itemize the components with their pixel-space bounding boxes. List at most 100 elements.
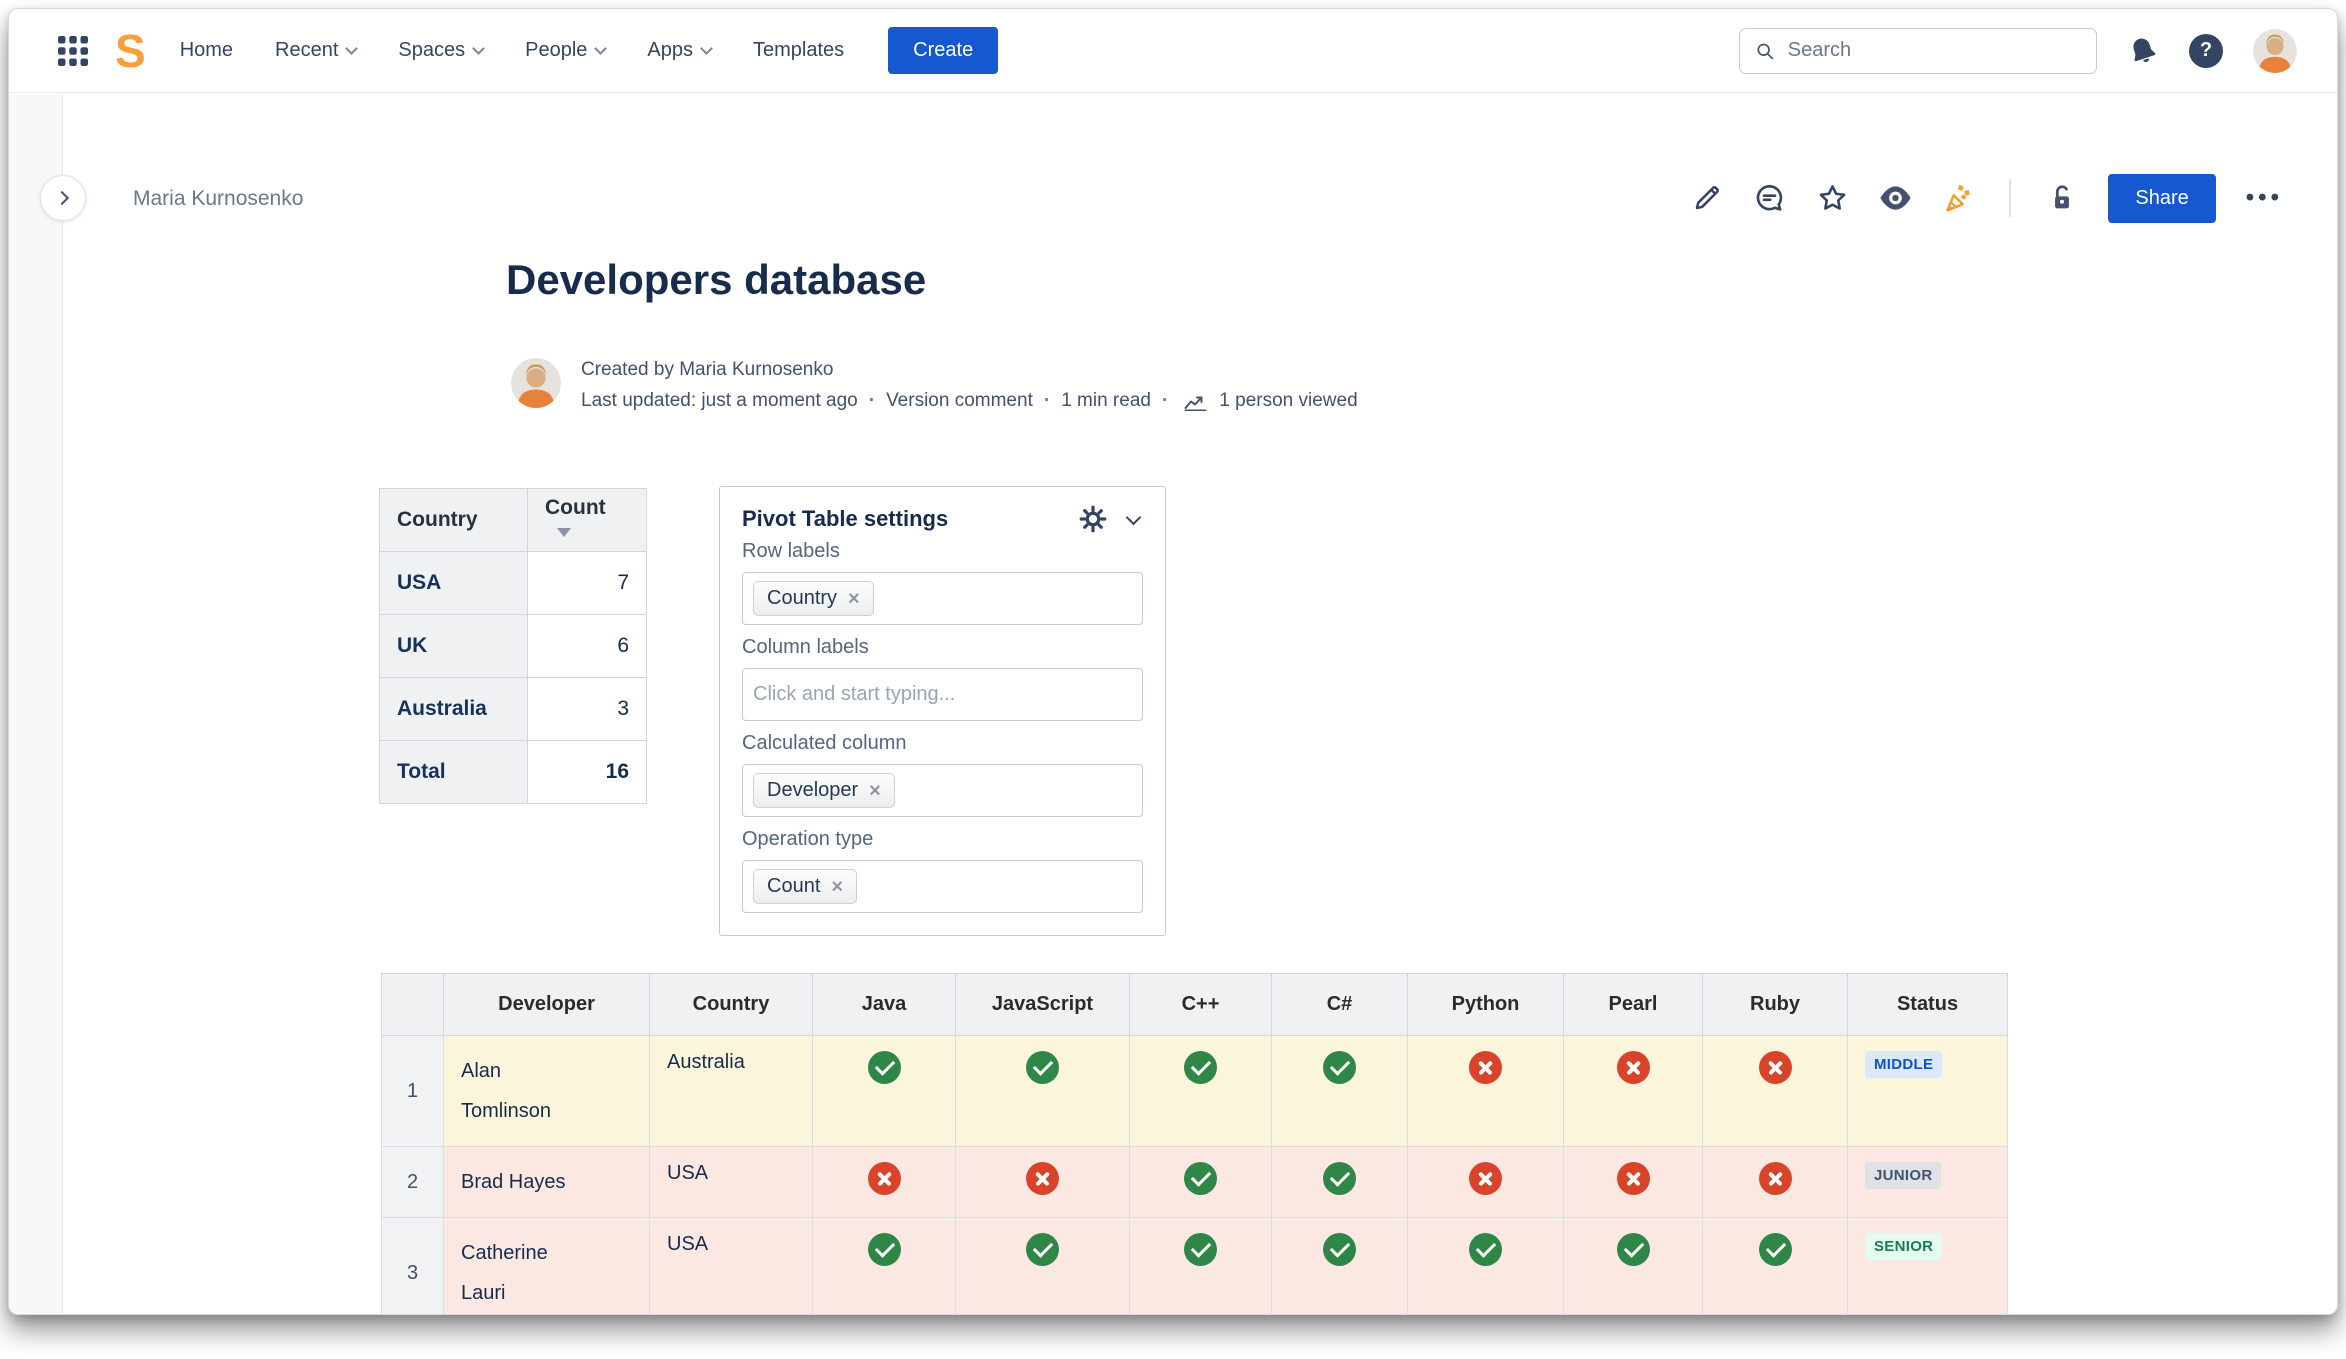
header-javascript: JavaScript <box>956 974 1130 1036</box>
table-row: 1 Alan Tomlinson Australia MIDDLE <box>382 1036 2008 1147</box>
header-ruby: Ruby <box>1703 974 1848 1036</box>
status-badge: JUNIOR <box>1865 1162 1941 1189</box>
nav-item-home[interactable]: Home <box>180 39 233 62</box>
row-labels-field[interactable]: Country × <box>742 572 1143 625</box>
column-labels-input[interactable] <box>753 683 1132 706</box>
analytics-icon <box>1183 391 1208 411</box>
nav-item-people[interactable]: People <box>525 39 605 62</box>
developers-table: Developer Country Java JavaScript C++ C#… <box>381 973 2008 1315</box>
header-java: Java <box>813 974 956 1036</box>
skill-icon <box>868 1162 901 1195</box>
watching-eye-icon[interactable] <box>1879 182 1912 215</box>
operation-type-label: Operation type <box>742 828 1143 851</box>
navbar-right: ? <box>1739 28 2297 74</box>
table-header-row: Developer Country Java JavaScript C++ C#… <box>382 974 2008 1036</box>
edit-pencil-icon[interactable] <box>1690 182 1723 215</box>
column-labels-label: Column labels <box>742 636 1143 659</box>
developer-country: USA <box>650 1218 813 1316</box>
more-actions-icon[interactable]: ••• <box>2246 184 2283 212</box>
people-viewed[interactable]: 1 person viewed <box>1219 390 1357 412</box>
page-title: Developers database <box>506 256 926 304</box>
remove-chip-icon[interactable]: × <box>848 589 860 609</box>
remove-chip-icon[interactable]: × <box>831 877 843 897</box>
celebration-party-icon[interactable] <box>1942 182 1975 215</box>
create-button[interactable]: Create <box>888 27 998 74</box>
skill-icon <box>1323 1233 1356 1266</box>
table-row: 3 Catherine Lauri USA SENIOR <box>382 1218 2008 1316</box>
skill-icon <box>1184 1051 1217 1084</box>
read-time: 1 min read <box>1061 390 1151 412</box>
notifications-bell-icon[interactable] <box>2127 35 2159 67</box>
pivot-total-row: Total 16 <box>380 741 647 804</box>
chevron-down-icon[interactable] <box>1126 509 1142 525</box>
chip-count[interactable]: Count × <box>753 869 857 904</box>
app-switcher-icon[interactable] <box>55 33 91 69</box>
share-button[interactable]: Share <box>2108 174 2215 223</box>
skill-icon <box>1026 1051 1059 1084</box>
nav-item-apps[interactable]: Apps <box>647 39 711 62</box>
skill-icon <box>1323 1051 1356 1084</box>
chevron-right-icon <box>54 191 68 205</box>
search-box[interactable] <box>1739 28 2097 74</box>
brand-logo[interactable]: S <box>115 28 146 74</box>
dot-separator <box>1162 390 1168 412</box>
author-avatar[interactable] <box>511 358 561 408</box>
nav-item-templates[interactable]: Templates <box>753 39 844 62</box>
pivot-header-row: Country Count <box>380 489 647 552</box>
comment-icon[interactable] <box>1753 182 1786 215</box>
chevron-down-icon <box>472 42 485 55</box>
header-pearl: Pearl <box>1564 974 1703 1036</box>
nav-menu: Home Recent Spaces People Apps Templates <box>180 39 844 62</box>
favorite-star-icon[interactable] <box>1816 182 1849 215</box>
header-csharp: C# <box>1272 974 1408 1036</box>
breadcrumb[interactable]: Maria Kurnosenko <box>133 187 303 211</box>
version-comment[interactable]: Version comment <box>886 390 1033 412</box>
header-python: Python <box>1408 974 1564 1036</box>
skill-icon <box>1469 1051 1502 1084</box>
header-developer: Developer <box>444 974 650 1036</box>
header-rownum <box>382 974 444 1036</box>
skill-icon <box>1617 1162 1650 1195</box>
user-avatar[interactable] <box>2253 29 2297 73</box>
skill-icon <box>1617 1051 1650 1084</box>
skill-icon <box>1184 1233 1217 1266</box>
nav-item-spaces[interactable]: Spaces <box>398 39 483 62</box>
skill-icon <box>1759 1051 1792 1084</box>
column-labels-field[interactable] <box>742 668 1143 721</box>
pivot-settings-panel: Pivot Table settings Row labels Country … <box>719 486 1166 936</box>
status-badge: MIDDLE <box>1865 1051 1942 1078</box>
unlocked-icon[interactable] <box>2045 182 2078 215</box>
chevron-down-icon <box>595 42 608 55</box>
chip-country[interactable]: Country × <box>753 581 874 616</box>
help-icon[interactable]: ? <box>2189 34 2223 68</box>
skill-icon <box>868 1233 901 1266</box>
skill-icon <box>1759 1162 1792 1195</box>
sidebar-expand-button[interactable] <box>40 175 86 221</box>
nav-item-recent[interactable]: Recent <box>275 39 356 62</box>
developer-name: Catherine Lauri <box>461 1233 577 1313</box>
remove-chip-icon[interactable]: × <box>869 781 881 801</box>
developer-name: Alan Tomlinson <box>461 1051 577 1131</box>
operation-type-field[interactable]: Count × <box>742 860 1143 913</box>
chevron-down-icon <box>700 42 713 55</box>
gear-icon[interactable] <box>1078 504 1108 534</box>
toolbar-divider <box>2009 179 2011 217</box>
row-labels-label: Row labels <box>742 540 1143 563</box>
chip-developer[interactable]: Developer × <box>753 773 895 808</box>
app-window: S Home Recent Spaces People Apps Templat… <box>8 8 2338 1315</box>
developer-country: USA <box>650 1147 813 1218</box>
header-country: Country <box>650 974 813 1036</box>
skill-icon <box>1617 1233 1650 1266</box>
sort-desc-icon[interactable] <box>557 528 571 537</box>
screenshot-stage: S Home Recent Spaces People Apps Templat… <box>0 0 2346 1359</box>
pivot-row: USA 7 <box>380 552 647 615</box>
header-status: Status <box>1848 974 2008 1036</box>
pivot-summary-table: Country Count USA 7 UK 6 Australia 3 Tot… <box>379 488 647 804</box>
pivot-settings-title: Pivot Table settings <box>742 506 948 532</box>
search-input[interactable] <box>1788 39 2081 62</box>
last-updated[interactable]: Last updated: just a moment ago <box>581 390 858 412</box>
calculated-column-field[interactable]: Developer × <box>742 764 1143 817</box>
dot-separator <box>1044 390 1050 412</box>
skill-icon <box>1184 1162 1217 1195</box>
skill-icon <box>1469 1162 1502 1195</box>
